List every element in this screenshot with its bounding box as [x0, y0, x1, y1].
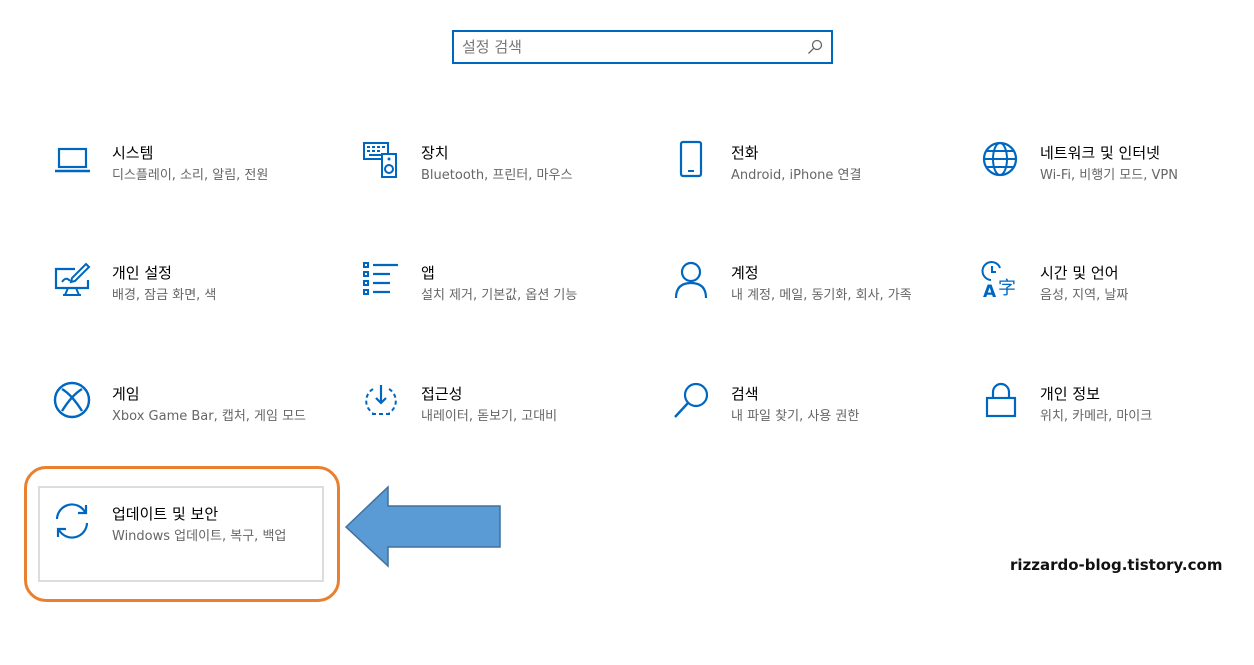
- apps-list-icon: [363, 262, 398, 295]
- tile-subtitle: Bluetooth, 프린터, 마우스: [421, 168, 573, 183]
- tile-title: 시스템: [112, 144, 154, 162]
- settings-search-box[interactable]: [452, 30, 833, 64]
- tile-subtitle: Wi-Fi, 비행기 모드, VPN: [1040, 168, 1178, 183]
- xbox-icon: [53, 381, 91, 419]
- time-language-icon: A 字: [981, 261, 1016, 300]
- tile-subtitle: Android, iPhone 연결: [731, 168, 862, 183]
- svg-text:A: A: [983, 282, 997, 300]
- tile-apps[interactable]: 앱 설치 제거, 기본값, 옵션 기능: [362, 260, 642, 352]
- phone-icon: [679, 140, 703, 178]
- tile-title: 네트워크 및 인터넷: [1040, 144, 1160, 162]
- tile-title: 전화: [731, 144, 759, 162]
- tile-subtitle: 위치, 카메라, 마이크: [1040, 409, 1153, 424]
- devices-icon: [363, 142, 397, 178]
- tile-title: 개인 정보: [1040, 385, 1100, 403]
- tile-title: 접근성: [421, 385, 463, 403]
- tile-subtitle: 음성, 지역, 날짜: [1040, 288, 1129, 303]
- tile-title: 앱: [421, 264, 435, 282]
- tile-accessibility[interactable]: 접근성 내레이터, 돋보기, 고대비: [362, 381, 642, 473]
- tile-subtitle: Xbox Game Bar, 캡처, 게임 모드: [112, 409, 307, 424]
- tile-title: 장치: [421, 144, 449, 162]
- tile-gaming[interactable]: 게임 Xbox Game Bar, 캡처, 게임 모드: [53, 381, 333, 473]
- tile-system[interactable]: 시스템 디스플레이, 소리, 알림, 전원: [53, 140, 333, 232]
- tile-accounts[interactable]: 계정 내 계정, 메일, 동기화, 회사, 가족: [672, 260, 952, 352]
- tile-phone[interactable]: 전화 Android, iPhone 연결: [672, 140, 952, 232]
- tile-time-language[interactable]: A 字 시간 및 언어 음성, 지역, 날짜: [981, 260, 1254, 352]
- tile-title: 개인 설정: [112, 264, 172, 282]
- tile-title: 시간 및 언어: [1040, 264, 1119, 282]
- tile-personalization[interactable]: 개인 설정 배경, 잠금 화면, 색: [53, 260, 333, 352]
- tile-search[interactable]: 검색 내 파일 찾기, 사용 권한: [672, 381, 952, 473]
- search-icon: [808, 39, 823, 54]
- tile-subtitle: 디스플레이, 소리, 알림, 전원: [112, 168, 269, 183]
- tile-network[interactable]: 네트워크 및 인터넷 Wi-Fi, 비행기 모드, VPN: [981, 140, 1254, 232]
- highlight-rounded-box: [24, 466, 340, 602]
- tile-subtitle: 내 계정, 메일, 동기화, 회사, 가족: [731, 288, 912, 303]
- tile-title: 계정: [731, 264, 759, 282]
- tile-privacy[interactable]: 개인 정보 위치, 카메라, 마이크: [981, 381, 1254, 473]
- lock-icon: [985, 382, 1017, 418]
- tile-title: 검색: [731, 385, 759, 403]
- accessibility-icon: [365, 385, 397, 415]
- watermark-text: rizzardo-blog.tistory.com: [1010, 556, 1223, 574]
- tile-subtitle: 내 파일 찾기, 사용 권한: [731, 409, 860, 424]
- person-icon: [674, 261, 708, 299]
- search-input[interactable]: [462, 36, 792, 58]
- globe-icon: [982, 141, 1018, 177]
- svg-text:字: 字: [998, 278, 1016, 299]
- search-icon: [674, 382, 709, 418]
- personalization-icon: [54, 262, 91, 296]
- tile-devices[interactable]: 장치 Bluetooth, 프린터, 마우스: [362, 140, 642, 232]
- tile-title: 게임: [112, 385, 140, 403]
- left-arrow-annotation: [344, 485, 501, 568]
- tile-subtitle: 설치 제거, 기본값, 옵션 기능: [421, 288, 578, 303]
- tile-subtitle: 배경, 잠금 화면, 색: [112, 288, 217, 303]
- tile-subtitle: 내레이터, 돋보기, 고대비: [421, 409, 558, 424]
- laptop-icon: [55, 147, 90, 173]
